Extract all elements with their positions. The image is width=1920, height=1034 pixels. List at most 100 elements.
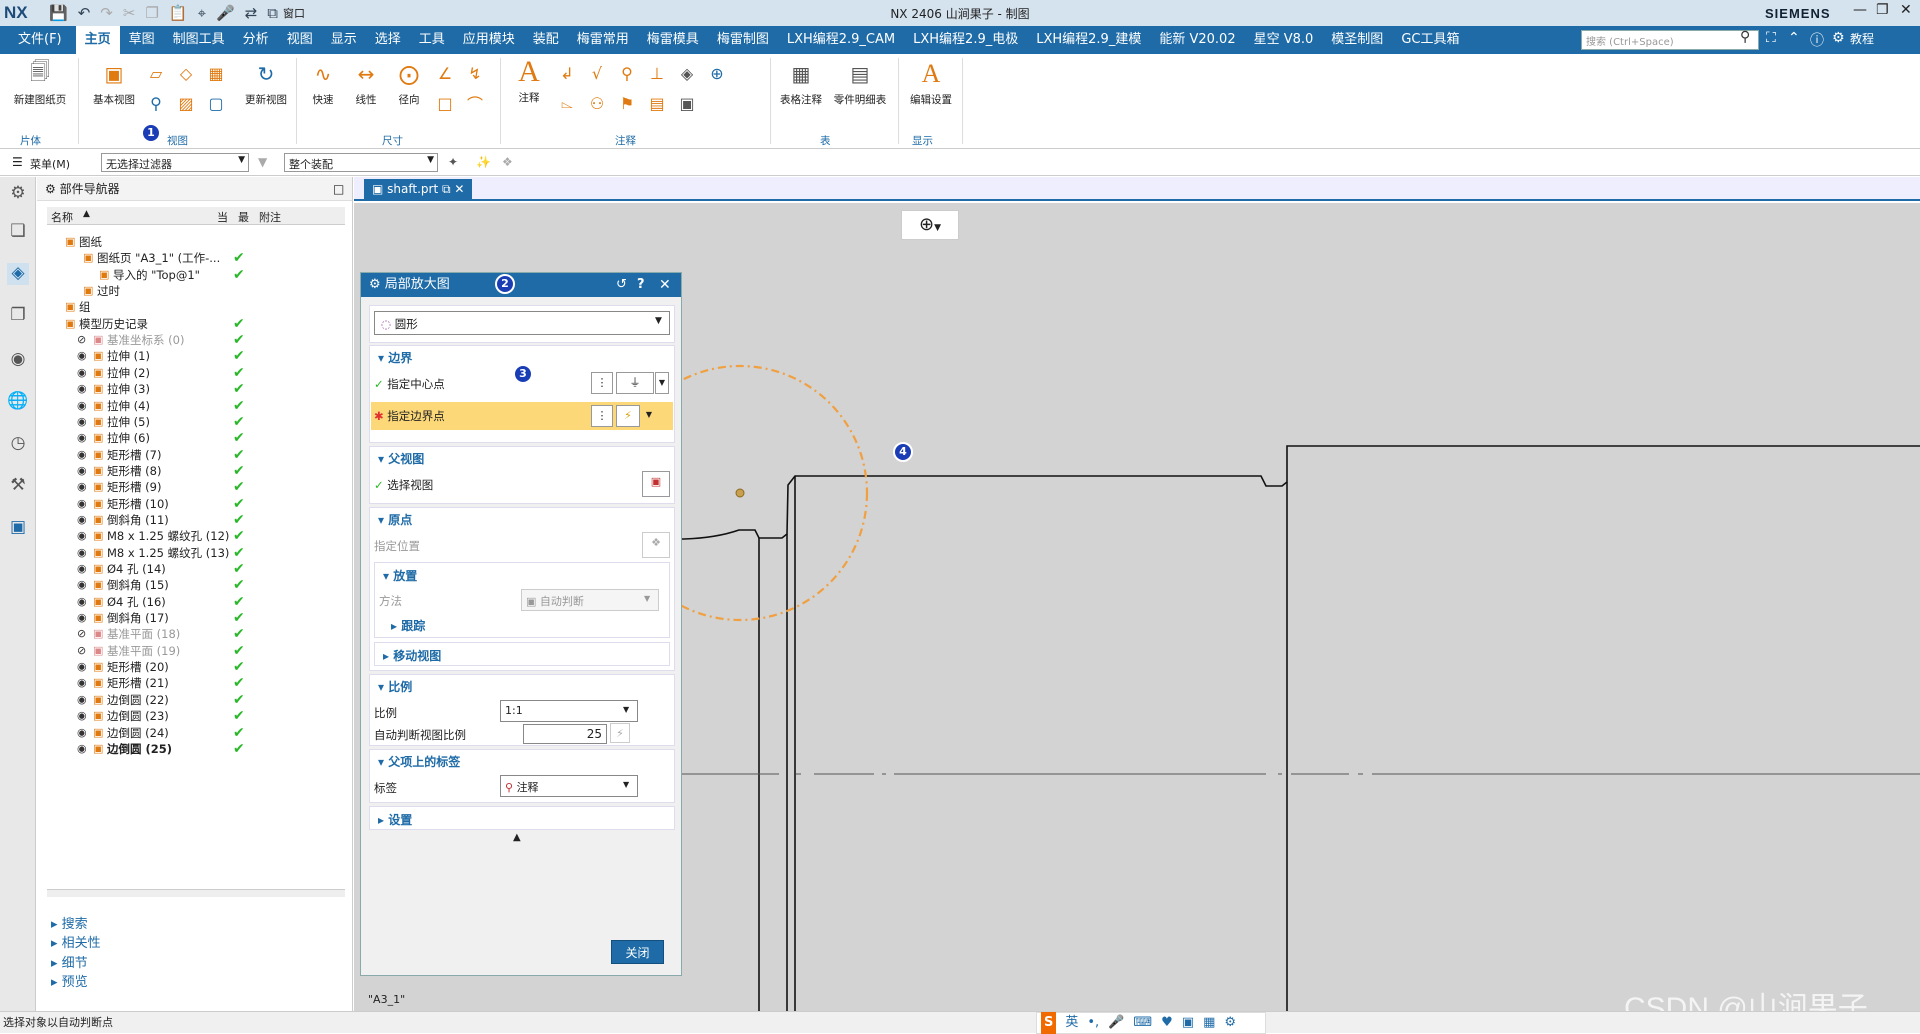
assembly-navigator-icon[interactable]: ❏ [7, 221, 29, 243]
radial-dimension-button[interactable]: ⨀ 径向 [389, 60, 429, 107]
tools-icon[interactable]: ⚒ [7, 475, 29, 497]
angular-dimension-icon[interactable]: ∠ [434, 62, 456, 84]
tree-row[interactable]: ▣ 图纸页 "A3_1" (工作-... ✔ [47, 250, 345, 266]
section-search[interactable]: ▸ 搜索 [51, 913, 88, 932]
snap-point-icon[interactable]: ✦ [448, 155, 458, 169]
menu-lxh-electrode[interactable]: LXH编程2.9_电极 [904, 26, 1027, 54]
tab-float-icon[interactable]: ⧉ [442, 182, 451, 196]
section-details[interactable]: ▸ 细节 [51, 952, 88, 971]
paste-icon[interactable]: 📋 [169, 4, 188, 22]
menu-xingkong[interactable]: 星空 V8.0 [1245, 26, 1323, 54]
lightning-icon[interactable]: ⚡ [610, 723, 630, 743]
tree-row[interactable]: ▣ 图纸 [47, 234, 345, 250]
chevron-down-icon[interactable]: ▼ [642, 405, 656, 427]
select-view-button[interactable]: ▣ [642, 471, 670, 497]
ime-settings-icon[interactable]: ⚙ [1224, 1012, 1236, 1034]
snap-icon[interactable]: ⌖ [198, 4, 206, 22]
filter-icon[interactable]: ▼ [258, 155, 267, 169]
assembly-scope-select[interactable]: 整个装配 ▼ [284, 153, 438, 172]
id-symbol-icon[interactable]: ⌳ [556, 92, 578, 114]
break-view-icon[interactable]: ▦ [205, 62, 227, 84]
settings-icon[interactable]: ⚙ [1832, 30, 1845, 46]
visibility-icon[interactable]: ◉ [77, 708, 87, 724]
tutorial-link[interactable]: 教程 [1850, 30, 1874, 47]
web-browser-icon[interactable]: 🌐 [7, 391, 29, 413]
track-header[interactable]: ▸ 跟踪 [391, 617, 425, 634]
menu-assembly[interactable]: 装配 [524, 26, 568, 54]
crosshair-icon[interactable]: ⊕ [706, 62, 728, 84]
note-button[interactable]: A 注释 [506, 55, 552, 105]
parent-view-header[interactable]: ▾ 父视图 [378, 450, 424, 467]
skin-icon[interactable]: ♥ [1161, 1012, 1173, 1034]
roles-icon[interactable]: ▣ [7, 517, 29, 539]
datum-icon[interactable]: ⊥ [646, 62, 668, 84]
mic-icon[interactable]: 🎤 [1108, 1012, 1124, 1034]
section-dependencies[interactable]: ▸ 相关性 [51, 932, 101, 951]
arc-length-icon[interactable]: ⌒ [464, 92, 486, 114]
window-menu[interactable]: 窗口 [283, 5, 305, 21]
settings-icon[interactable]: ⚙ [45, 182, 56, 196]
tree-row[interactable]: ◉ ▣ Ø4 孔 (14) ✔ [47, 561, 345, 577]
linear-dimension-button[interactable]: ↔ 线性 [346, 60, 386, 107]
label-select[interactable]: ⚲ 注释 ▼ [500, 775, 638, 797]
tree-row[interactable]: ▣ 过时 [47, 283, 345, 299]
snap-options-icon[interactable]: ✨ [476, 155, 491, 169]
save-icon[interactable]: 💾 [49, 4, 68, 22]
gear-icon[interactable]: ⚙ [369, 277, 381, 292]
boundary-header[interactable]: ▾ 边界 [378, 349, 412, 366]
close-icon[interactable]: ✕ [1900, 2, 1912, 18]
command-search-input[interactable]: 搜索 (Ctrl+Space) [1581, 30, 1759, 50]
menu-file[interactable]: 文件(F) [0, 26, 76, 54]
punctuation-icon[interactable]: •, [1087, 1012, 1099, 1034]
settings-header[interactable]: ▸ 设置 [378, 811, 412, 828]
column-current[interactable]: 当 [217, 209, 228, 225]
surface-finish-icon[interactable]: √ [586, 62, 608, 84]
tree-row[interactable]: ◉ ▣ 拉伸 (3) ✔ [47, 381, 345, 397]
mic-icon[interactable]: 🎤 [216, 4, 235, 22]
section-preview[interactable]: ▸ 预览 [51, 971, 88, 990]
projected-view-icon[interactable]: ▱ [145, 62, 167, 84]
column-latest[interactable]: 最 [238, 209, 249, 225]
chevron-down-icon[interactable]: ▼ [655, 372, 669, 394]
menu-nengxin[interactable]: 能新 V20.02 [1150, 26, 1244, 54]
point-dialog-button[interactable]: ⋮ [591, 405, 613, 427]
maximize-icon[interactable]: □ [333, 177, 344, 201]
visibility-icon[interactable]: ⊘ [77, 626, 86, 642]
weld-symbol-icon[interactable]: ⚇ [586, 92, 608, 114]
new-sheet-button[interactable]: 🗐 新建图纸页 [8, 59, 72, 107]
tree-row[interactable]: ◉ ▣ 边倒圆 (22) ✔ [47, 692, 345, 708]
tab-shaft-prt[interactable]: ▣ shaft.prt ⧉ ✕ [364, 179, 473, 201]
history-icon[interactable]: ◷ [7, 433, 29, 455]
reset-icon[interactable]: ↺ [616, 273, 627, 297]
tree-row[interactable]: ◉ ▣ 拉伸 (4) ✔ [47, 398, 345, 414]
swap-icon[interactable]: ⇄ [245, 4, 258, 22]
tree-row[interactable]: ◉ ▣ 边倒圆 (23) ✔ [47, 708, 345, 724]
settings-gear-icon[interactable]: ⚙ [7, 183, 29, 205]
column-notes[interactable]: 附注 [259, 209, 281, 225]
visibility-icon[interactable]: ⊘ [77, 643, 86, 659]
specify-location-button[interactable]: ❖ [642, 532, 670, 558]
type-select[interactable]: ◌ 圆形 ▼ [374, 311, 670, 335]
menu-gc-toolbox[interactable]: GC工具箱 [1392, 26, 1468, 54]
tree-row[interactable]: ◉ ▣ 拉伸 (1) ✔ [47, 348, 345, 364]
specify-boundary-row[interactable]: ✱ 指定边界点 ⋮ ⚡ ▼ [371, 402, 673, 430]
tab-close-icon[interactable]: ✕ [454, 182, 464, 196]
fill-icon[interactable]: ◈ [676, 62, 698, 84]
collapse-dialog-icon[interactable]: ▲ [513, 832, 521, 843]
menu-view[interactable]: 视图 [278, 26, 322, 54]
search-icon[interactable]: ⚲ [1740, 29, 1750, 45]
close-icon[interactable]: ✕ [659, 273, 671, 297]
visibility-icon[interactable]: ◉ [77, 381, 87, 397]
tree-row[interactable]: ◉ ▣ 矩形槽 (7) ✔ [47, 447, 345, 463]
collapse-ribbon-icon[interactable]: ⌃ [1788, 30, 1800, 46]
copy-icon[interactable]: ❐ [145, 4, 158, 22]
tree-row[interactable]: ◉ ▣ M8 x 1.25 螺纹孔 (13) ✔ [47, 545, 345, 561]
tree-row[interactable]: ◉ ▣ 矩形槽 (20) ✔ [47, 659, 345, 675]
tree-row[interactable]: ◉ ▣ 矩形槽 (21) ✔ [47, 675, 345, 691]
tree-row[interactable]: ◉ ▣ M8 x 1.25 螺纹孔 (12) ✔ [47, 528, 345, 544]
keyboard-icon[interactable]: ⌨ [1133, 1012, 1152, 1034]
sogou-logo-icon[interactable]: S [1041, 1012, 1057, 1034]
menu-mosheng[interactable]: 模圣制图 [1322, 26, 1392, 54]
visibility-icon[interactable]: ◉ [77, 659, 87, 675]
game-icon[interactable]: ▣ [1182, 1012, 1194, 1034]
